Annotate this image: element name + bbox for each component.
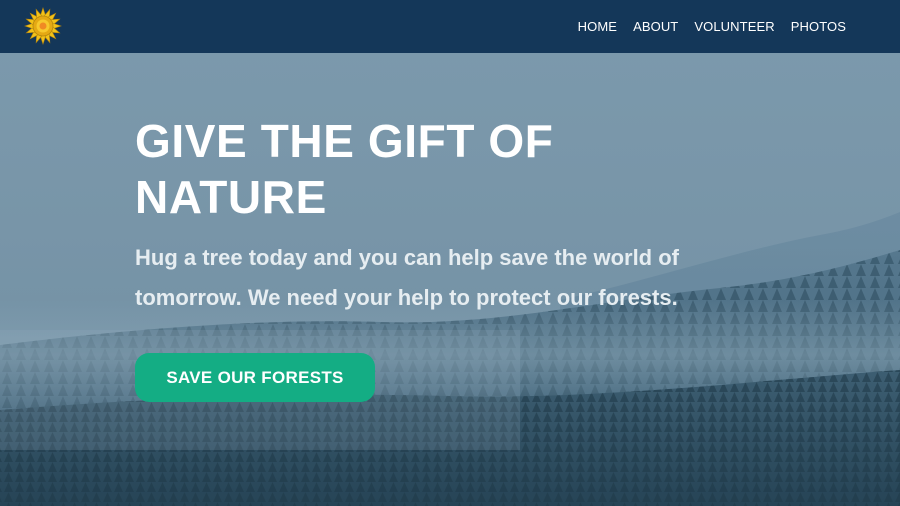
nav-link-about[interactable]: ABOUT bbox=[633, 19, 678, 35]
save-our-forests-button[interactable]: SAVE OUR FORESTS bbox=[135, 353, 375, 402]
hero-section: GIVE THE GIFT OF NATURE Hug a tree today… bbox=[135, 113, 755, 402]
nav-link-home[interactable]: HOME bbox=[578, 19, 617, 35]
landing-page: HOME ABOUT VOLUNTEER PHOTOS GIVE THE GIF… bbox=[0, 0, 900, 506]
hero-title: GIVE THE GIFT OF NATURE bbox=[135, 115, 554, 223]
top-navbar: HOME ABOUT VOLUNTEER PHOTOS bbox=[0, 0, 900, 53]
nav-item-volunteer: VOLUNTEER bbox=[694, 18, 774, 36]
nav-link-volunteer[interactable]: VOLUNTEER bbox=[694, 19, 774, 35]
hero-subtitle: Hug a tree today and you can help save t… bbox=[135, 245, 679, 310]
nav-item-about: ABOUT bbox=[633, 18, 678, 36]
nav-item-home: HOME bbox=[578, 18, 617, 36]
nav-item-photos: PHOTOS bbox=[791, 18, 846, 36]
main-nav: HOME ABOUT VOLUNTEER PHOTOS bbox=[562, 18, 846, 36]
sunflower-logo-icon[interactable] bbox=[24, 7, 62, 45]
nav-link-photos[interactable]: PHOTOS bbox=[791, 19, 846, 35]
